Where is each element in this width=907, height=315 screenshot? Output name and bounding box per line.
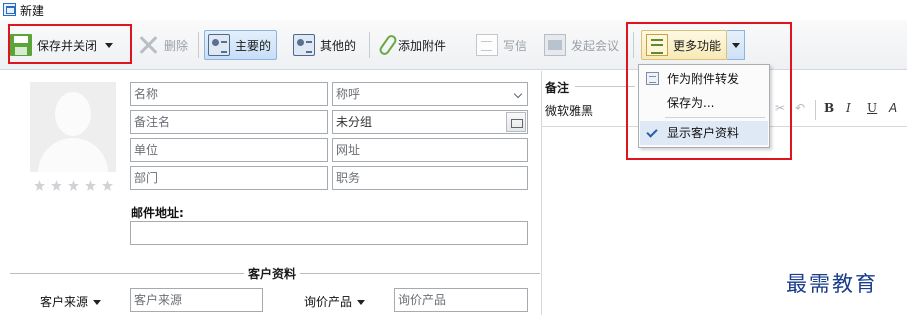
menu-item-forward-as-attachment[interactable]: 作为附件转发 [640,67,768,91]
star-icon[interactable] [34,180,45,191]
inquiry-product-field[interactable]: 询价产品 [394,288,528,312]
save-close-button[interactable]: 保存并关闭 [10,30,114,60]
contact-avatar[interactable] [30,82,116,172]
star-icon[interactable] [102,180,113,191]
menu-item-label: 作为附件转发 [667,72,740,86]
notes-title: 备注 [545,81,570,95]
star-icon[interactable] [51,180,62,191]
note-name-field[interactable]: 备注名 [130,110,328,134]
more-functions-button[interactable]: 更多功能 [641,30,727,60]
star-icon[interactable] [68,180,79,191]
toolbar-separator [369,32,370,58]
watermark-text: 最需教育 [786,272,878,296]
contact-card-other-icon [293,34,315,56]
chevron-down-icon [93,300,102,305]
write-mail-button[interactable]: 写信 [476,30,527,60]
menu-item-save-as[interactable]: 保存为... [640,91,768,115]
primary-view-label: 主要的 [235,38,272,53]
bold-button[interactable]: B [824,101,834,115]
check-icon [646,126,659,139]
window-title: 新建 [20,4,45,18]
contact-card-icon [208,34,230,56]
font-color-icon[interactable]: A [889,101,897,115]
save-icon [10,34,32,56]
department-field[interactable]: 部门 [130,166,328,190]
menu-item-show-customer-info[interactable]: 显示客户资料 [640,121,768,145]
chevron-down-icon [513,89,523,99]
write-doc-icon [476,34,498,56]
menu-item-label: 保存为... [667,96,715,110]
add-attachment-button[interactable]: 添加附件 [377,30,446,60]
customer-source-field[interactable]: 客户来源 [130,288,263,312]
format-painter-icon[interactable]: ✂ [775,101,785,115]
others-view-label: 其他的 [320,38,357,53]
toolbar: 保存并关闭 删除 主要的 其他的 添加附件 写信 发起会议 更多功能 [0,20,907,70]
add-attachment-label: 添加附件 [398,38,447,53]
salutation-select[interactable]: 称呼 [332,82,528,106]
more-functions-dropdown-button[interactable] [727,30,745,60]
format-separator [815,100,816,120]
group-value: 未分组 [336,115,373,129]
company-field[interactable]: 单位 [130,138,328,162]
chevron-down-icon [357,300,366,305]
save-dropdown-arrow-icon[interactable] [105,42,114,48]
others-view-button[interactable]: 其他的 [293,30,356,60]
save-close-label: 保存并关闭 [37,38,98,53]
delete-button[interactable]: 删除 [137,30,188,60]
inquiry-product-label: 询价产品 [304,295,353,309]
toolbar-separator [633,32,634,58]
avatar-head-shape [55,92,91,136]
customer-section-title: 客户资料 [244,265,301,282]
position-field[interactable]: 职务 [332,166,528,190]
primary-view-button[interactable]: 主要的 [204,30,278,60]
menu-item-label: 显示客户资料 [667,126,740,140]
customer-source-label: 客户来源 [40,295,89,309]
more-functions-label: 更多功能 [673,38,722,53]
email-label: 邮件地址: [131,206,184,220]
italic-button[interactable]: I [846,101,851,115]
undo-icon[interactable]: ↶ [795,101,805,115]
inquiry-product-dropdown[interactable]: 询价产品 [304,293,366,310]
group-field[interactable]: 未分组 [332,110,528,134]
delete-x-icon [137,34,159,56]
underline-button[interactable]: U [867,101,877,115]
start-meeting-button[interactable]: 发起会议 [544,30,619,60]
start-meeting-label: 发起会议 [571,38,620,53]
avatar-body-shape [38,138,108,172]
window-titlebar: 新建 [0,0,907,20]
list-menu-icon [646,34,668,56]
folder-icon[interactable] [506,112,526,132]
notes-title-rule [575,86,635,87]
customer-source-dropdown[interactable]: 客户来源 [40,293,102,310]
rating-stars[interactable] [34,180,124,194]
salutation-placeholder: 称呼 [336,87,361,101]
write-mail-label: 写信 [503,38,528,53]
toolbar-separator [198,32,199,58]
font-family-select[interactable]: 微软雅黑 [543,100,633,122]
email-field[interactable] [130,221,528,245]
name-field[interactable]: 名称 [130,82,328,106]
meeting-icon [544,34,566,56]
more-functions-menu: 作为附件转发 保存为... 显示客户资料 [638,64,770,148]
delete-label: 删除 [164,38,189,53]
paperclip-icon [377,33,399,57]
website-field[interactable]: 网址 [332,138,528,162]
forward-attachment-icon [646,72,659,85]
menu-separator [665,117,765,118]
chevron-down-icon [731,42,740,48]
star-icon[interactable] [85,180,96,191]
app-mail-icon [3,3,16,16]
